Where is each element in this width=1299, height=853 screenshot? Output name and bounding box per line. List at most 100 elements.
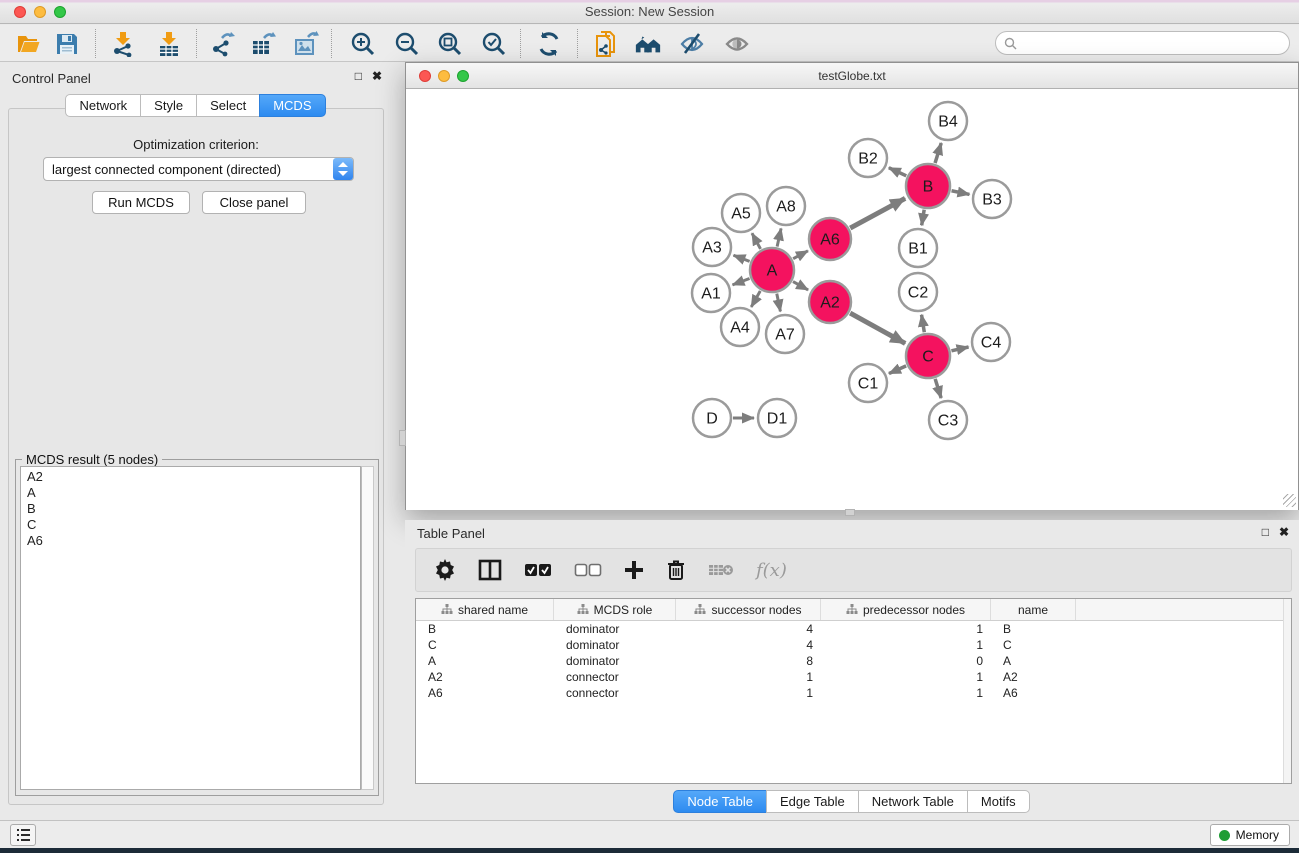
network-from-file-icon[interactable] <box>592 30 620 58</box>
graph-node-A1[interactable]: A1 <box>692 274 730 312</box>
table-tab-node-table[interactable]: Node Table <box>673 790 767 813</box>
open-session-icon[interactable] <box>15 30 43 58</box>
zoom-fit-icon[interactable] <box>436 30 464 58</box>
horizontal-split-handle[interactable] <box>845 509 855 516</box>
deselect-all-icon[interactable] <box>574 563 602 577</box>
export-network-icon[interactable] <box>209 30 237 58</box>
graph-node-A5[interactable]: A5 <box>722 194 760 232</box>
graph-node-C1[interactable]: C1 <box>849 364 887 402</box>
graph-node-A8[interactable]: A8 <box>767 187 805 225</box>
add-column-icon[interactable] <box>624 560 644 580</box>
graph-edge-C-C1[interactable] <box>889 366 906 374</box>
mcds-result-item[interactable]: A <box>27 485 360 501</box>
mcds-result-item[interactable]: B <box>27 501 360 517</box>
window-resize-grip[interactable] <box>1283 494 1296 507</box>
graph-edge-A-A7[interactable] <box>777 294 781 312</box>
zoom-in-icon[interactable] <box>349 30 377 58</box>
export-image-icon[interactable] <box>292 30 320 58</box>
column-header-predecessor-nodes[interactable]: predecessor nodes <box>821 599 991 620</box>
memory-button[interactable]: Memory <box>1210 824 1290 846</box>
delete-table-icon[interactable] <box>708 562 734 578</box>
zoom-selected-icon[interactable] <box>480 30 508 58</box>
network-window-titlebar[interactable]: testGlobe.txt <box>406 63 1298 89</box>
graph-edge-A-A8[interactable] <box>777 228 781 246</box>
graph-node-A3[interactable]: A3 <box>693 228 731 266</box>
column-header-mcds-role[interactable]: MCDS role <box>554 599 676 620</box>
close-panel-icon[interactable]: ✖ <box>372 70 382 82</box>
result-list-scrollbar[interactable] <box>361 466 374 790</box>
graph-node-B1[interactable]: B1 <box>899 229 937 267</box>
show-graphics-details-icon[interactable] <box>723 30 751 58</box>
table-tab-network-table[interactable]: Network Table <box>858 790 968 813</box>
column-header-name[interactable]: name <box>991 599 1076 620</box>
table-row[interactable]: Adominator80A <box>416 653 1291 669</box>
optimization-criterion-dropdown[interactable]: largest connected component (directed) <box>43 157 354 181</box>
hide-graphics-details-icon[interactable] <box>678 30 706 58</box>
table-settings-icon[interactable] <box>434 559 456 581</box>
graph-node-C4[interactable]: C4 <box>972 323 1010 361</box>
run-mcds-button[interactable]: Run MCDS <box>92 191 190 214</box>
graph-edge-C-C2[interactable] <box>922 315 925 333</box>
graph-node-A2[interactable]: A2 <box>809 281 851 323</box>
graph-node-B4[interactable]: B4 <box>929 102 967 140</box>
vertical-split-handle[interactable] <box>399 430 406 446</box>
float-table-panel-icon[interactable]: □ <box>1262 526 1269 538</box>
graph-node-D[interactable]: D <box>693 399 731 437</box>
mcds-result-item[interactable]: A2 <box>27 469 360 485</box>
delete-column-icon[interactable] <box>666 559 686 581</box>
table-row[interactable]: A6connector11A6 <box>416 685 1291 701</box>
table-row[interactable]: A2connector11A2 <box>416 669 1291 685</box>
graph-edge-B-B3[interactable] <box>952 191 970 195</box>
mcds-result-item[interactable]: A6 <box>27 533 360 549</box>
column-header-successor-nodes[interactable]: successor nodes <box>676 599 821 620</box>
graph-node-B[interactable]: B <box>906 164 950 208</box>
task-history-button[interactable] <box>10 824 36 846</box>
graph-edge-A2-C[interactable] <box>850 313 905 343</box>
table-tab-edge-table[interactable]: Edge Table <box>766 790 859 813</box>
search-field[interactable] <box>995 31 1290 55</box>
refresh-icon[interactable] <box>535 30 563 58</box>
table-tab-motifs[interactable]: Motifs <box>967 790 1030 813</box>
table-scrollbar[interactable] <box>1283 599 1291 783</box>
graph-edge-A-A4[interactable] <box>751 291 760 307</box>
graph-edge-A-A2[interactable] <box>793 282 808 290</box>
graph-node-C2[interactable]: C2 <box>899 273 937 311</box>
save-session-icon[interactable] <box>53 30 81 58</box>
table-row[interactable]: Bdominator41B <box>416 621 1291 637</box>
graph-node-C3[interactable]: C3 <box>929 401 967 439</box>
graph-edge-A-A6[interactable] <box>793 251 808 259</box>
mcds-result-item[interactable]: C <box>27 517 360 533</box>
graph-node-C[interactable]: C <box>906 334 950 378</box>
select-all-icon[interactable] <box>524 563 552 577</box>
graph-edge-B-B1[interactable] <box>922 210 925 226</box>
close-panel-button[interactable]: Close panel <box>202 191 306 214</box>
graph-edge-A6-B[interactable] <box>850 198 905 228</box>
home-icon[interactable] <box>634 30 662 58</box>
graph-edge-B-B4[interactable] <box>935 143 941 163</box>
import-table-icon[interactable] <box>155 30 183 58</box>
graph-node-A7[interactable]: A7 <box>766 315 804 353</box>
network-canvas[interactable]: B4B2BB3A8A5A6A3B1AA1C2A2A4A7C4CC1DD1C3 <box>406 89 1298 510</box>
mcds-result-list[interactable]: A2ABCA6 <box>20 466 361 790</box>
search-input[interactable] <box>1017 36 1289 50</box>
graph-node-A4[interactable]: A4 <box>721 308 759 346</box>
graph-edge-B-B2[interactable] <box>889 168 906 176</box>
graph-node-B3[interactable]: B3 <box>973 180 1011 218</box>
apply-function-icon[interactable]: f(x) <box>756 560 787 581</box>
tab-mcds[interactable]: MCDS <box>259 94 325 117</box>
export-table-icon[interactable] <box>249 30 277 58</box>
graph-edge-C-C3[interactable] <box>935 379 941 398</box>
import-network-icon[interactable] <box>109 30 137 58</box>
graph-node-B2[interactable]: B2 <box>849 139 887 177</box>
graph-node-A6[interactable]: A6 <box>809 218 851 260</box>
zoom-out-icon[interactable] <box>393 30 421 58</box>
graph-edge-C-C4[interactable] <box>951 347 968 351</box>
graph-edge-A-A5[interactable] <box>752 233 761 249</box>
graph-edge-A-A1[interactable] <box>733 278 750 284</box>
graph-node-D1[interactable]: D1 <box>758 399 796 437</box>
tab-style[interactable]: Style <box>140 94 197 117</box>
network-graph[interactable]: B4B2BB3A8A5A6A3B1AA1C2A2A4A7C4CC1DD1C3 <box>406 89 1298 510</box>
tab-network[interactable]: Network <box>65 94 141 117</box>
graph-edge-A-A3[interactable] <box>733 255 749 261</box>
float-panel-icon[interactable]: □ <box>355 70 362 82</box>
